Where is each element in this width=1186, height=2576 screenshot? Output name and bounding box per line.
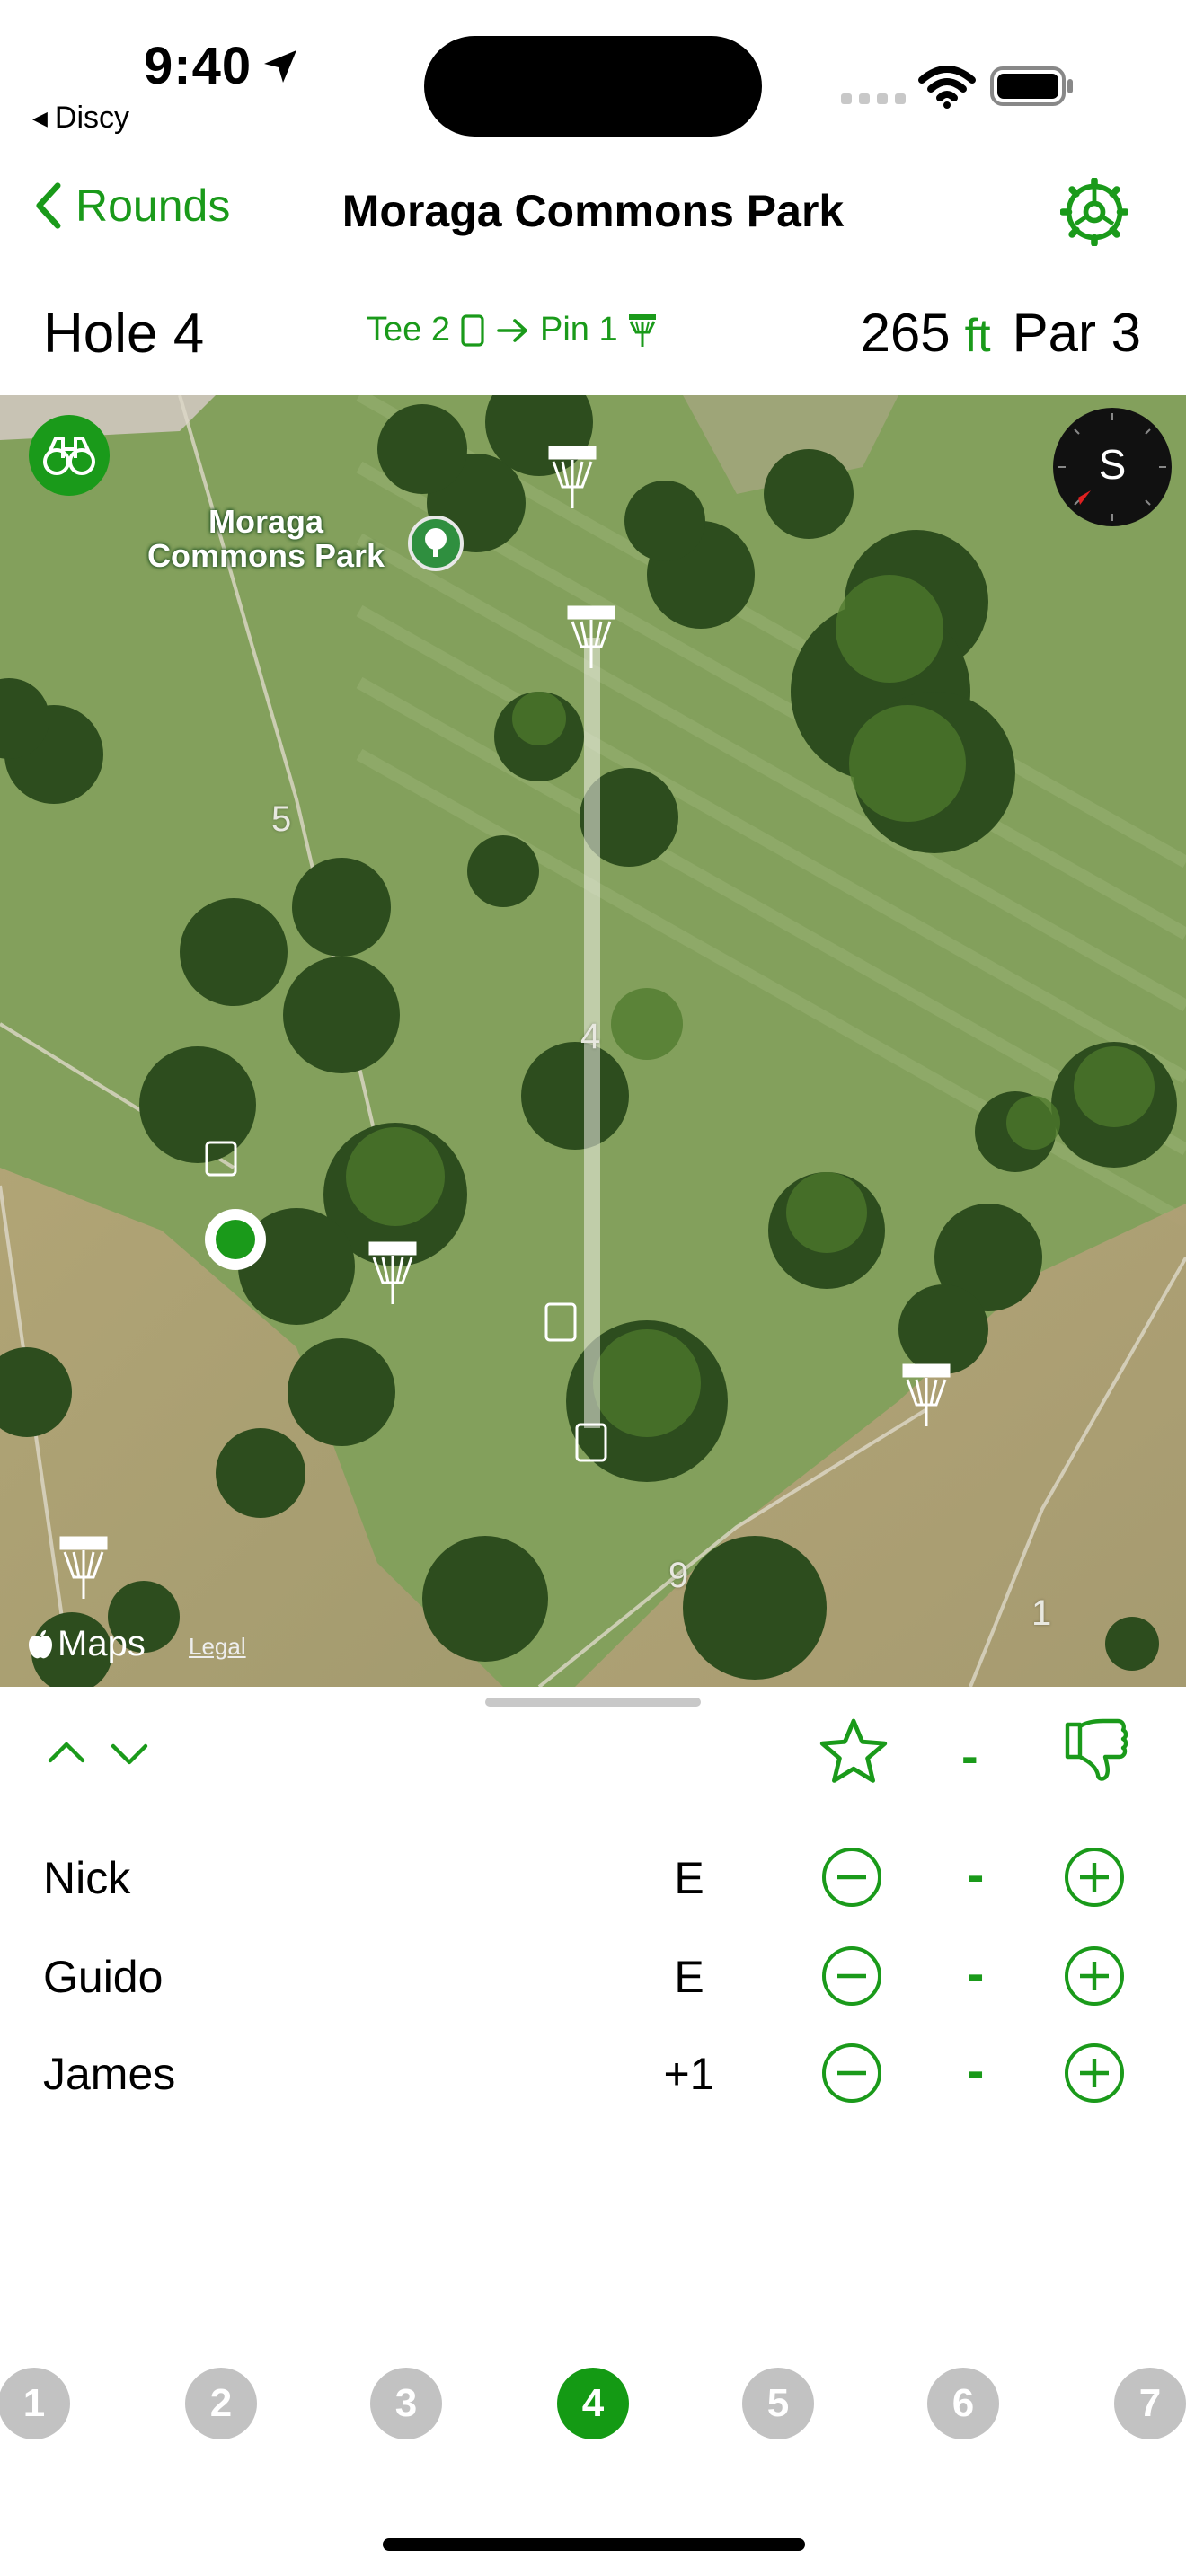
chevron-up-icon[interactable] — [45, 1732, 88, 1775]
dynamic-island — [424, 36, 762, 137]
park-pin[interactable] — [408, 516, 464, 571]
back-app-label: Discy — [54, 101, 130, 135]
hole-button-1[interactable]: 1 — [0, 2368, 70, 2439]
hole-number-label: 9 — [668, 1556, 689, 1595]
tee-pin-route[interactable]: Tee 2 Pin 1 — [367, 311, 658, 349]
minus-circle-icon[interactable] — [821, 1847, 882, 1908]
minus-circle-icon[interactable] — [821, 1945, 882, 2007]
pin-label: Pin 1 — [539, 311, 618, 348]
player-total-score: +1 — [663, 2049, 715, 2099]
player-total-score: E — [674, 1952, 704, 2002]
player-total-score: E — [674, 1853, 704, 1903]
hole-button-4[interactable]: 4 — [557, 2368, 629, 2439]
status-time: 9:40 — [144, 37, 252, 95]
plus-circle-icon[interactable] — [1064, 1847, 1125, 1908]
park-name-line2: Commons Park — [147, 537, 385, 574]
minus-circle-icon[interactable] — [821, 2042, 882, 2104]
legal-link[interactable]: Legal — [189, 1633, 246, 1661]
hole-number-label: 5 — [271, 799, 292, 839]
wifi-icon — [918, 66, 976, 109]
player-name: James — [43, 2049, 176, 2099]
player-row: Nick E - — [0, 1841, 1186, 1913]
plus-circle-icon[interactable] — [1064, 1945, 1125, 2007]
apple-icon — [29, 1629, 52, 1658]
distance-unit: ft — [964, 310, 991, 362]
player-row: James +1 - — [0, 2037, 1186, 2109]
location-arrow-icon — [264, 50, 296, 83]
player-strokes: - — [967, 1846, 985, 1902]
tee-icon — [461, 313, 484, 347]
satellite-map[interactable]: 5 4 9 1 — [0, 395, 1186, 1687]
maps-label: Maps — [58, 1624, 146, 1663]
par-label: Par 3 — [1012, 303, 1141, 363]
compass-icon[interactable]: S — [1053, 408, 1172, 526]
player-strokes: - — [967, 1945, 985, 2001]
binoculars-icon — [43, 437, 95, 475]
compass-heading: S — [1098, 441, 1127, 488]
home-indicator[interactable] — [383, 2538, 805, 2551]
thumbs-down-icon[interactable] — [1060, 1714, 1132, 1786]
hole-button-5[interactable]: 5 — [742, 2368, 814, 2439]
star-icon[interactable] — [818, 1716, 890, 1787]
apple-maps-logo: Maps — [27, 1624, 146, 1664]
distance-par: 265 ft Par 3 — [861, 302, 1141, 364]
basket-icon — [628, 313, 656, 347]
tee-label: Tee 2 — [367, 311, 450, 348]
gear-icon[interactable] — [1060, 178, 1128, 246]
hole-button-7[interactable]: 7 — [1114, 2368, 1186, 2439]
sheet-grabber[interactable] — [485, 1698, 701, 1707]
player-name: Guido — [43, 1952, 164, 2002]
hole-label: Hole 4 — [43, 303, 205, 365]
tree-icon — [425, 528, 447, 557]
cellular-signal-icon — [841, 93, 906, 104]
arrow-right-icon — [497, 318, 527, 342]
chevron-down-icon[interactable] — [108, 1732, 151, 1775]
back-triangle-icon: ◀ — [32, 106, 48, 129]
chevron-left-icon — [36, 182, 61, 229]
hole-number-label: 1 — [1031, 1593, 1052, 1633]
hole-rating-value: - — [961, 1727, 978, 1784]
back-to-app-link[interactable]: ◀ Discy — [32, 101, 129, 136]
park-name-line1: Moraga — [208, 503, 324, 540]
hole-number-label: 4 — [580, 1017, 601, 1056]
player-row: Guido E - — [0, 1940, 1186, 2012]
back-button-label: Rounds — [75, 181, 231, 231]
battery-icon — [990, 66, 1073, 106]
hole-button-3[interactable]: 3 — [370, 2368, 442, 2439]
hole-selector: 1 2 3 4 5 6 7 — [0, 2368, 1186, 2443]
distance-value: 265 — [860, 303, 951, 363]
player-strokes: - — [967, 2042, 985, 2098]
park-map-label: Moraga Commons Park — [147, 505, 385, 573]
back-button[interactable]: Rounds — [32, 180, 230, 232]
hole-button-6[interactable]: 6 — [927, 2368, 999, 2439]
player-name: Nick — [43, 1853, 131, 1903]
hole-button-2[interactable]: 2 — [185, 2368, 257, 2439]
binoculars-button[interactable] — [29, 415, 110, 496]
plus-circle-icon[interactable] — [1064, 2042, 1125, 2104]
